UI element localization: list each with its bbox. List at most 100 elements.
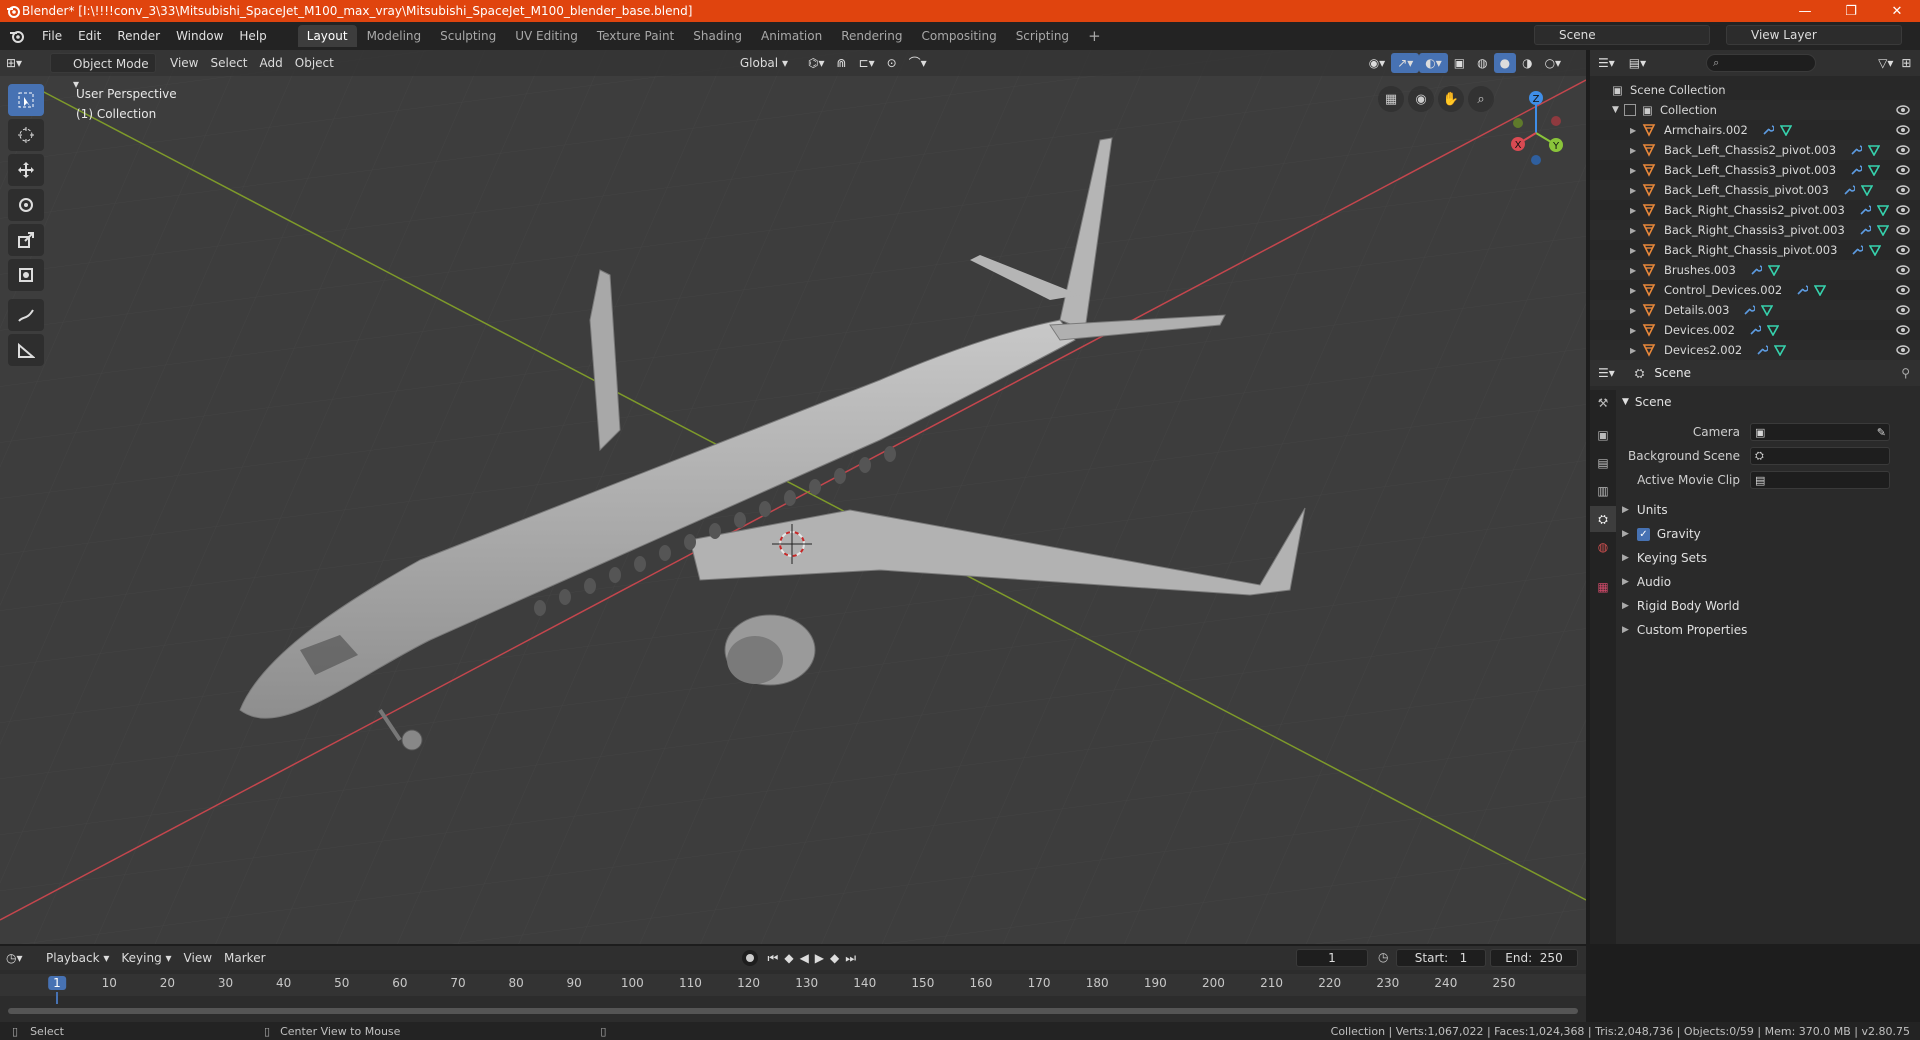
subpanel-audio[interactable]: ▶ Audio — [1622, 570, 1916, 594]
eyedropper-icon[interactable]: ✎ — [1877, 426, 1886, 439]
menu-help[interactable]: Help — [231, 26, 274, 46]
eye-icon[interactable] — [1896, 204, 1910, 216]
viewport-menu-select[interactable]: Select — [204, 53, 253, 73]
stopwatch-icon[interactable]: ◷ — [1378, 950, 1388, 964]
transform-orientation-dropdown[interactable]: Global ▾ — [720, 53, 794, 73]
camera-view-icon[interactable]: ◉ — [1408, 86, 1434, 112]
viewport-menu-view[interactable]: View — [164, 53, 204, 73]
outliner-object-row[interactable]: ▶ Devices2.002 — [1590, 340, 1920, 360]
timeline-menu-marker[interactable]: Marker — [218, 948, 271, 968]
proportional-edit-icon[interactable]: ⊙ — [881, 53, 903, 73]
modifier-wrench-icon[interactable] — [1850, 144, 1863, 156]
play-icon[interactable]: ▶ — [815, 951, 824, 965]
mesh-data-icon[interactable] — [1876, 204, 1889, 216]
menu-render[interactable]: Render — [109, 26, 168, 46]
subpanel-custom-properties[interactable]: ▶ Custom Properties — [1622, 618, 1916, 642]
expand-arrow-icon[interactable]: ▶ — [1630, 346, 1642, 355]
playhead[interactable] — [56, 992, 58, 1004]
view-layer-tab-icon[interactable]: ▥ — [1590, 478, 1616, 504]
toggle-camera-ortho-icon[interactable]: ▦ — [1378, 86, 1404, 112]
expand-arrow-icon[interactable]: ▶ — [1630, 186, 1642, 195]
jump-prev-keyframe-icon[interactable]: ◆ — [784, 951, 793, 965]
scene-selector[interactable]: Scene — [1534, 25, 1710, 45]
expand-arrow-icon[interactable]: ▶ — [1630, 146, 1642, 155]
outliner-object-row[interactable]: ▶ Back_Right_Chassis2_pivot.003 — [1590, 200, 1920, 220]
timeline-menu-view[interactable]: View — [178, 948, 218, 968]
active-movie-clip-field[interactable]: ▤ — [1750, 471, 1890, 489]
3d-viewport[interactable]: ⊞▾ Object Mode ▾ View Select Add Object … — [0, 50, 1586, 944]
expand-arrow-icon[interactable]: ▶ — [1630, 206, 1642, 215]
tab-modeling[interactable]: Modeling — [358, 25, 431, 47]
subpanel-units[interactable]: ▶ Units — [1622, 498, 1916, 522]
expand-arrow-icon[interactable]: ▶ — [1630, 286, 1642, 295]
expand-arrow-icon[interactable]: ▶ — [1630, 126, 1642, 135]
camera-field[interactable]: ▣ ✎ — [1750, 423, 1890, 441]
visibility-icon[interactable]: ◉▾ — [1363, 53, 1392, 73]
wireframe-shading-icon[interactable]: ◍ — [1471, 53, 1493, 73]
expand-arrow-icon[interactable]: ▶ — [1630, 246, 1642, 255]
pin-icon[interactable]: ⚲ — [1901, 366, 1910, 380]
modifier-wrench-icon[interactable] — [1743, 304, 1756, 316]
tab-texture-paint[interactable]: Texture Paint — [588, 25, 683, 47]
tab-animation[interactable]: Animation — [752, 25, 831, 47]
modifier-wrench-icon[interactable] — [1850, 164, 1863, 176]
menu-file[interactable]: File — [34, 26, 70, 46]
scene-panel-header[interactable]: ▼ Scene — [1622, 390, 1916, 414]
eye-icon[interactable] — [1896, 164, 1910, 176]
tab-scripting[interactable]: Scripting — [1007, 25, 1078, 47]
eye-icon[interactable] — [1896, 244, 1910, 256]
outliner-object-row[interactable]: ▶ Back_Left_Chassis3_pivot.003 — [1590, 160, 1920, 180]
minimize-button[interactable]: — — [1782, 0, 1828, 22]
tab-shading[interactable]: Shading — [684, 25, 751, 47]
eye-icon[interactable] — [1896, 184, 1910, 196]
subpanel-keying-sets[interactable]: ▶ Keying Sets — [1622, 546, 1916, 570]
tool-tab-icon[interactable]: ⚒ — [1590, 390, 1616, 416]
rotate-tool-icon[interactable] — [8, 189, 44, 221]
expand-arrow-icon[interactable]: ▶ — [1630, 166, 1642, 175]
editor-type-icon[interactable]: ⊞▾ — [0, 53, 44, 73]
annotate-tool-icon[interactable] — [8, 299, 44, 331]
gravity-checkbox[interactable]: ✓ — [1636, 527, 1650, 541]
mode-dropdown[interactable]: Object Mode ▾ — [50, 53, 156, 91]
eye-icon[interactable] — [1896, 104, 1910, 116]
mesh-data-icon[interactable] — [1814, 284, 1827, 296]
mesh-data-icon[interactable] — [1774, 344, 1787, 356]
navigation-gizmo[interactable]: Z Y X — [1490, 88, 1586, 178]
tab-uv-editing[interactable]: UV Editing — [506, 25, 587, 47]
mesh-data-icon[interactable] — [1876, 224, 1889, 236]
eye-icon[interactable] — [1896, 144, 1910, 156]
outliner-editor-type-icon[interactable]: ☰▾ — [1598, 56, 1615, 70]
expand-arrow-icon[interactable]: ▶ — [1630, 226, 1642, 235]
close-button[interactable]: ✕ — [1874, 0, 1920, 22]
modifier-wrench-icon[interactable] — [1750, 264, 1762, 276]
tab-rendering[interactable]: Rendering — [832, 25, 911, 47]
eye-icon[interactable] — [1896, 264, 1910, 276]
mesh-data-icon[interactable] — [1869, 244, 1882, 256]
select-box-tool-icon[interactable] — [8, 84, 44, 116]
current-frame-field[interactable]: 1 — [1296, 949, 1368, 967]
rendered-shading-icon[interactable]: ○▾ — [1539, 53, 1568, 73]
collection-row[interactable]: ▼ ▣ Collection — [1590, 100, 1920, 120]
pivot-point-icon[interactable]: ⌬▾ — [802, 53, 831, 73]
timeline-scrollbar[interactable] — [8, 1008, 1578, 1014]
outliner-object-row[interactable]: ▶ Details.003 — [1590, 300, 1920, 320]
mesh-data-icon[interactable] — [1868, 144, 1881, 156]
output-tab-icon[interactable]: ▤ — [1590, 450, 1616, 476]
transform-tool-icon[interactable] — [8, 259, 44, 291]
display-mode-icon[interactable]: ▤▾ — [1629, 56, 1646, 70]
mesh-data-icon[interactable] — [1761, 304, 1774, 316]
cursor-tool-icon[interactable] — [8, 119, 44, 151]
tab-sculpting[interactable]: Sculpting — [431, 25, 505, 47]
collection-checkbox[interactable] — [1624, 104, 1636, 116]
jump-start-icon[interactable]: ⏮ — [768, 951, 779, 966]
eye-icon[interactable] — [1896, 304, 1910, 316]
eye-icon[interactable] — [1896, 284, 1910, 296]
scale-tool-icon[interactable] — [8, 224, 44, 256]
jump-end-icon[interactable]: ⏭ — [845, 951, 856, 966]
timeline-menu-playback[interactable]: Playback ▾ — [40, 948, 115, 968]
scene-tab-icon[interactable]: ⛭ — [1590, 506, 1616, 532]
snap-target-icon[interactable]: ⊏▾ — [853, 53, 881, 73]
overlay-toggle-icon[interactable]: ◐▾ — [1419, 53, 1448, 73]
maximize-button[interactable]: ❐ — [1828, 0, 1874, 22]
expand-arrow-icon[interactable]: ▶ — [1630, 326, 1642, 335]
